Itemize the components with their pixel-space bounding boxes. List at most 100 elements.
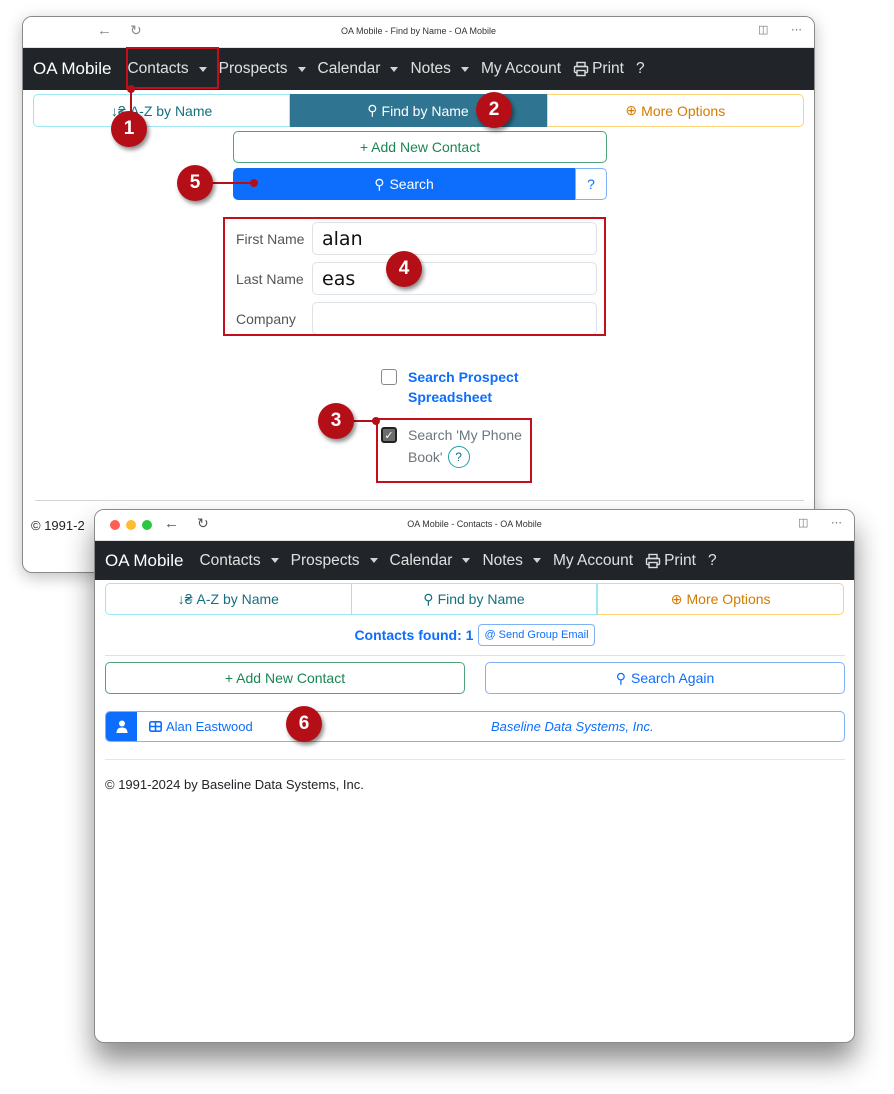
title-bar: ← ↻ OA Mobile - Find by Name - OA Mobile… [23,17,814,48]
highlight-contacts-menu [126,47,219,89]
window-title: OA Mobile - Contacts - OA Mobile [407,519,542,529]
contact-company: Baseline Data Systems, Inc. [491,719,654,734]
callout-1-line [130,89,132,113]
results-divider [105,655,845,656]
browser-window-contacts: ← ↻ OA Mobile - Contacts - OA Mobile ◫ ⋯… [94,509,855,1043]
nav-calendar[interactable]: Calendar [390,552,471,570]
search-icon: ⚲ [423,590,434,607]
footer-divider [105,759,845,760]
search-prospect-option[interactable]: Search Prospect Spreadsheet [381,369,519,407]
tab-more-options[interactable]: ⊕ More Options [597,583,845,615]
nav-notes-label: Notes [410,60,451,77]
search-help-button[interactable]: ? [575,168,607,200]
nav-my-account[interactable]: My Account [481,60,561,78]
more-menu-icon[interactable]: ⋯ [831,516,842,529]
tab-a-z-by-name[interactable]: ↓₴ A-Z by Name [105,583,352,615]
view-tabs: ↓₴ A-Z by Name ⚲ Find by Name ⊕ More Option… [33,94,804,127]
contact-name-link[interactable]: Alan Eastwood [149,719,253,734]
search-again-button[interactable]: ⚲ Search Again [485,662,845,694]
nav-notes[interactable]: Notes [410,60,469,78]
printer-icon [645,553,661,568]
nav-contacts-label: Contacts [199,551,261,569]
footer-copyright: © 1991-2024 by Baseline Data Systems, In… [105,777,364,792]
search-icon: ⚲ [615,669,626,686]
search-prospect-label-2: Spreadsheet [408,389,493,405]
nav-calendar[interactable]: Calendar [318,60,399,78]
nav-prospects[interactable]: Prospects [291,552,378,570]
nav-print-label: Print [592,60,624,77]
footer-copyright: © 1991-2 [31,518,85,533]
tab-label: A-Z by Name [196,591,279,607]
contact-name: Alan Eastwood [166,719,253,734]
search-prospect-label-1: Search Prospect [408,369,519,385]
search-again-label: Search Again [630,670,715,686]
add-new-contact-button[interactable]: + Add New Contact [105,662,465,694]
zoom-plus-icon: ⊕ [625,102,638,118]
reader-mode-icon[interactable]: ◫ [758,23,768,36]
tab-label: More Options [641,102,726,119]
search-icon: ⚲ [367,102,378,118]
search-button[interactable]: ⚲ Search [233,168,575,200]
more-menu-icon[interactable]: ⋯ [791,23,802,36]
nav-help[interactable]: ? [708,552,717,570]
brand-logo[interactable]: OA Mobile [33,59,111,79]
zoom-plus-icon: ⊕ [670,590,683,607]
callout-1: 1 [111,111,147,147]
nav-prospects[interactable]: Prospects [219,60,306,78]
search-label: Search [389,176,434,192]
printer-icon [573,61,589,77]
view-tabs: ↓₴ A-Z by Name ⚲ Find by Name ⊕ More Option… [105,583,845,615]
search-icon: ⚲ [374,175,385,192]
nav-print[interactable]: Print [645,552,696,570]
sort-alpha-icon: ↓₴ [177,591,193,607]
send-group-email-label: Send Group Email [498,629,589,641]
brand-logo[interactable]: OA Mobile [105,551,183,571]
nav-print-label: Print [664,551,696,569]
at-sign-icon: @ [484,629,499,641]
caret-down-icon [460,66,469,72]
nav-help[interactable]: ? [636,60,645,78]
tab-label: More Options [686,591,771,607]
caret-down-icon [297,66,306,72]
tab-label: Find by Name [437,591,525,607]
table-icon [149,721,162,732]
nav-contacts[interactable]: Contacts [199,551,279,570]
window-title: OA Mobile - Find by Name - OA Mobile [340,26,497,36]
person-icon [106,712,137,741]
nav-my-account[interactable]: My Account [553,552,633,570]
contacts-found-count: Contacts found: 1 [354,627,474,643]
nav-calendar-label: Calendar [317,60,381,77]
caret-down-icon [532,558,541,563]
nav-print[interactable]: Print [573,60,624,78]
tab-label: Find by Name [381,102,469,119]
nav-calendar-label: Calendar [389,551,453,569]
results-summary: Contacts found: 1 @ Send Group Email [95,624,854,646]
callout-3: 3 [318,403,354,439]
tab-more-options[interactable]: ⊕ More Options [546,94,804,127]
highlight-phone-book-option [376,418,532,483]
nav-notes[interactable]: Notes [482,552,541,570]
callout-5: 5 [177,165,213,201]
search-prospect-checkbox[interactable] [381,369,397,385]
add-new-contact-button[interactable]: + Add New Contact [233,131,607,163]
send-group-email-button[interactable]: @ Send Group Email [478,624,595,646]
callout-2: 2 [476,92,512,128]
footer-divider [35,500,804,501]
nav-notes-label: Notes [482,551,523,569]
tab-find-by-name[interactable]: ⚲ Find by Name [351,583,598,615]
title-bar: ← ↻ OA Mobile - Contacts - OA Mobile ◫ ⋯ [95,510,854,541]
caret-down-icon [462,558,471,563]
tab-a-z-by-name[interactable]: ↓₴ A-Z by Name [33,94,291,127]
callout-3-dot [372,417,380,425]
top-navbar: OA Mobile Contacts Prospects Calendar No… [95,541,854,580]
reader-mode-icon[interactable]: ◫ [798,516,808,529]
callout-6: 6 [286,706,322,742]
caret-down-icon [270,558,279,563]
caret-down-icon [369,558,378,563]
nav-prospects-label: Prospects [218,60,288,77]
search-button-group: ⚲ Search ? [233,168,607,200]
contact-result-row[interactable]: Alan Eastwood Baseline Data Systems, Inc… [105,711,845,742]
callout-4: 4 [386,251,422,287]
callout-5-dot [250,179,258,187]
callout-5-line [210,182,255,184]
